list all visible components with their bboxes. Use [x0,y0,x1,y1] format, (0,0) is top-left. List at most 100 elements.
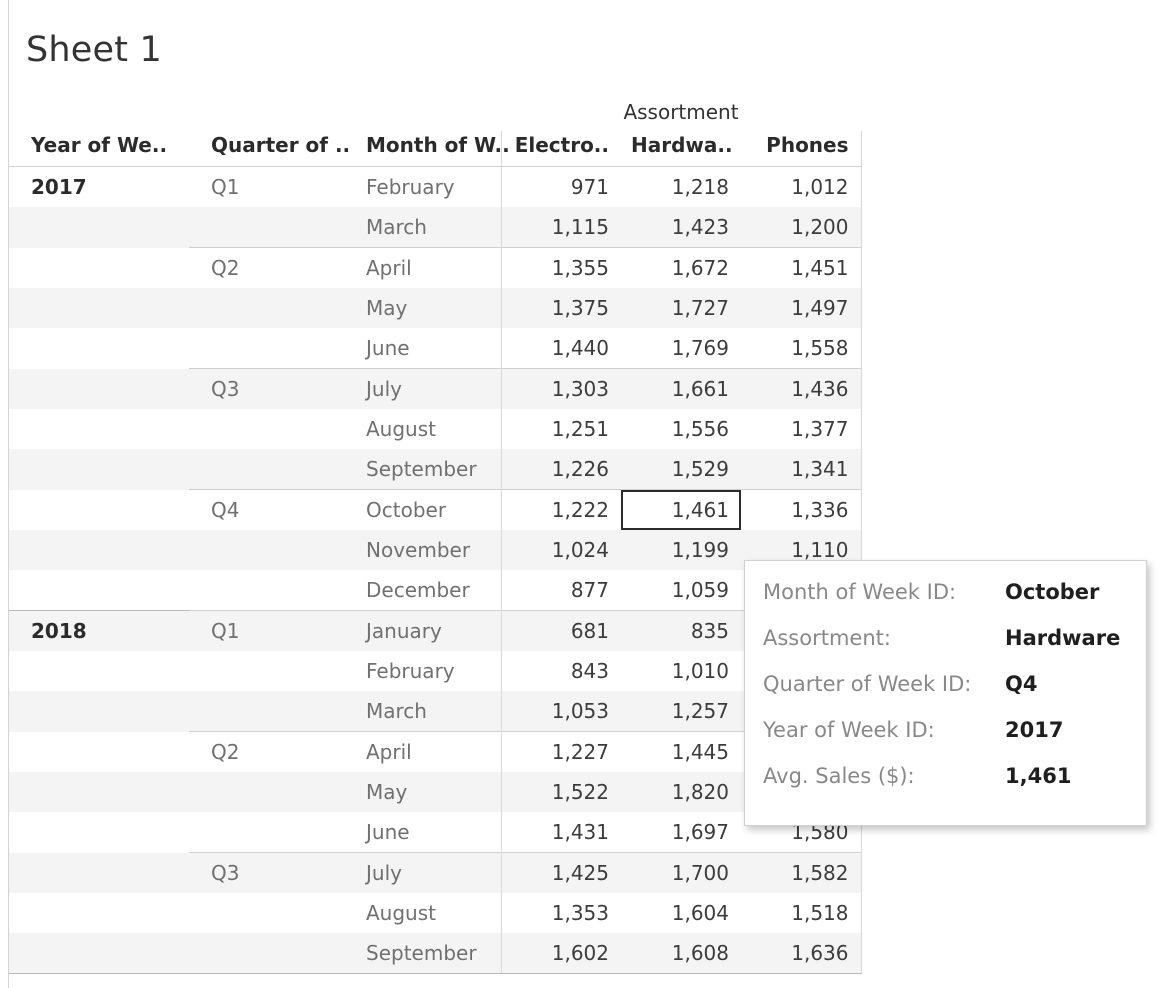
cell-hardware[interactable]: 1,556 [621,409,741,449]
cell-hardware[interactable]: 1,661 [621,368,741,409]
cell-hardware[interactable]: 1,529 [621,449,741,490]
cell-electronics[interactable]: 1,227 [500,731,621,772]
cell-electronics[interactable]: 1,602 [500,933,621,974]
table-row[interactable]: December 877 1,059 [9,570,862,611]
cell-electronics[interactable]: 843 [500,651,621,691]
cell-year[interactable] [9,933,189,974]
cell-electronics[interactable]: 1,353 [500,893,621,933]
cell-hardware[interactable]: 1,608 [621,933,741,974]
cell-phones[interactable]: 1,558 [741,328,862,369]
cell-phones[interactable]: 1,377 [741,409,862,449]
cell-hardware[interactable]: 1,199 [621,530,741,570]
cell-year[interactable] [9,772,189,812]
table-row[interactable]: Q2 April 1,355 1,672 1,451 [9,247,862,288]
table-row[interactable]: September 1,226 1,529 1,341 [9,449,862,490]
cell-electronics[interactable]: 681 [500,610,621,651]
cell-hardware[interactable]: 1,218 [621,166,741,207]
table-row[interactable]: August 1,251 1,556 1,377 [9,409,862,449]
cell-quarter[interactable] [189,933,344,974]
cell-hardware[interactable]: 1,059 [621,570,741,611]
cell-month[interactable]: June [344,328,501,369]
cell-hardware[interactable]: 1,769 [621,328,741,369]
cell-quarter[interactable]: Q3 [189,368,344,409]
cell-quarter[interactable]: Q3 [189,852,344,893]
cell-month[interactable]: July [344,852,501,893]
cell-month[interactable]: August [344,893,501,933]
cell-month[interactable]: May [344,288,501,328]
cell-hardware[interactable]: 1,604 [621,893,741,933]
cell-month[interactable]: July [344,368,501,409]
cell-month[interactable]: March [344,691,501,732]
table-row[interactable]: Q3 July 1,425 1,700 1,582 [9,852,862,893]
cell-year[interactable] [9,207,189,248]
column-header-phones[interactable]: Phones [741,131,862,167]
cell-quarter[interactable] [189,651,344,691]
cell-year[interactable] [9,691,189,732]
table-row[interactable]: June 1,431 1,697 1,580 [9,812,862,853]
cell-phones[interactable]: 1,582 [741,852,862,893]
cell-quarter[interactable]: Q1 [189,166,344,207]
cell-hardware[interactable]: 1,672 [621,247,741,288]
cell-electronics[interactable]: 1,251 [500,409,621,449]
cell-phones[interactable]: 1,497 [741,288,862,328]
cell-quarter[interactable]: Q4 [189,489,344,530]
cell-quarter[interactable] [189,691,344,732]
cell-month[interactable]: December [344,570,501,611]
cell-electronics[interactable]: 1,440 [500,328,621,369]
cell-year[interactable] [9,732,189,773]
table-row[interactable]: September 1,602 1,608 1,636 [9,933,862,974]
cell-quarter[interactable] [189,893,344,933]
cell-electronics[interactable]: 1,303 [500,368,621,409]
table-row[interactable]: March 1,053 1,257 [9,691,862,732]
cell-year[interactable] [9,893,189,933]
cell-month[interactable]: April [344,731,501,772]
table-row[interactable]: March 1,115 1,423 1,200 [9,207,862,248]
cell-hardware[interactable]: 1,257 [621,691,741,732]
cell-hardware[interactable]: 835 [621,610,741,651]
cell-hardware[interactable]: 1,010 [621,651,741,691]
cell-year[interactable] [9,328,189,369]
cell-month[interactable]: June [344,812,501,853]
cell-hardware-selected[interactable]: 1,461 [621,489,741,530]
cell-month[interactable]: November [344,530,501,570]
cell-hardware[interactable]: 1,423 [621,207,741,248]
column-header-hardware[interactable]: Hardwa.. [621,131,741,167]
cell-phones[interactable]: 1,200 [741,207,862,248]
cell-electronics[interactable]: 1,115 [500,207,621,248]
cell-quarter[interactable] [189,449,344,490]
cell-phones[interactable]: 1,451 [741,247,862,288]
cell-year[interactable] [9,288,189,328]
cell-month[interactable]: May [344,772,501,812]
table-row[interactable]: May1,5221,8201,687 [9,772,862,812]
cell-quarter[interactable] [189,530,344,570]
cell-quarter[interactable]: Q1 [189,610,344,651]
cell-quarter[interactable] [189,772,344,812]
cell-electronics[interactable]: 1,355 [500,247,621,288]
cell-hardware[interactable]: 1,445 [621,731,741,772]
table-row[interactable]: Q3 July 1,303 1,661 1,436 [9,368,862,409]
cell-quarter[interactable]: Q2 [189,731,344,772]
cell-phones[interactable]: 1,336 [741,489,862,530]
cell-quarter[interactable] [189,409,344,449]
cell-electronics[interactable]: 1,222 [500,489,621,530]
cell-quarter[interactable] [189,328,344,369]
cell-quarter[interactable]: Q2 [189,247,344,288]
cell-phones[interactable]: 1,341 [741,449,862,490]
cell-electronics[interactable]: 1,024 [500,530,621,570]
cell-year[interactable] [9,530,189,570]
cell-month[interactable]: February [344,166,501,207]
cell-electronics[interactable]: 877 [500,570,621,611]
cell-hardware[interactable]: 1,700 [621,852,741,893]
table-row[interactable]: November 1,024 1,199 1,110 [9,530,862,570]
cell-month[interactable]: September [344,449,501,490]
table-row[interactable]: August 1,353 1,604 1,518 [9,893,862,933]
cell-hardware[interactable]: 1,727 [621,288,741,328]
cell-quarter[interactable] [189,570,344,611]
cell-year[interactable] [9,570,189,611]
column-header-electronics[interactable]: Electro.. [500,131,621,167]
table-row[interactable]: June 1,440 1,769 1,558 [9,328,862,369]
cell-quarter[interactable] [189,288,344,328]
cell-month[interactable]: August [344,409,501,449]
table-row[interactable]: Q4 October 1,222 1,461 1,336 [9,489,862,530]
cell-electronics[interactable]: 1,431 [500,812,621,853]
